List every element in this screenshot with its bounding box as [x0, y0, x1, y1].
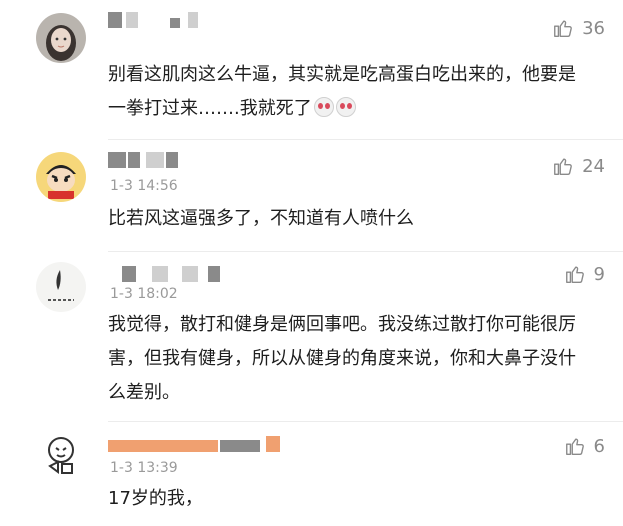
avatar[interactable]	[36, 430, 86, 480]
comment-time: 1-3 13:39	[110, 460, 178, 476]
thumbs-up-icon	[554, 20, 572, 37]
comment-item: 1-3 13:39 6 17岁的我，	[0, 422, 623, 526]
scared-face-icon	[313, 97, 334, 117]
username-masked	[108, 12, 218, 30]
comment-text: 我觉得，散打和健身是俩回事吧。我没练过散打你可能很厉害，但我有健身，所以从健身的…	[108, 314, 576, 403]
like-button[interactable]: 36	[552, 16, 605, 40]
user-avatar-icon	[36, 13, 86, 63]
like-count: 36	[582, 17, 605, 39]
avatar[interactable]	[36, 262, 86, 312]
comment-text: 别看这肌肉这么牛逼，其实就是吃高蛋白吃出来的，他要是一拳打过来…….我就死了	[108, 64, 576, 119]
username-masked	[108, 436, 288, 454]
avatar[interactable]	[36, 13, 86, 63]
thumbs-up-icon	[565, 438, 584, 455]
comment-text: 比若风这逼强多了，不知道有人喷什么	[108, 208, 414, 229]
comment-item: 1-3 18:02 9 我觉得，散打和健身是俩回事吧。我没练过散打你可能很厉害，…	[0, 252, 623, 422]
comment-item: 1-3 14:56 24 比若风这逼强多了，不知道有人喷什么	[0, 140, 623, 252]
like-count: 9	[593, 263, 605, 285]
comment-item: 36 别看这肌肉这么牛逼，其实就是吃高蛋白吃出来的，他要是一拳打过来…….我就死…	[0, 0, 623, 140]
like-button[interactable]: 6	[564, 434, 605, 458]
comment-time: 1-3 18:02	[110, 286, 178, 302]
thumbs-up-icon	[565, 266, 584, 283]
sticker-avatar-icon	[36, 430, 86, 480]
comment-time: 1-3 14:56	[110, 178, 178, 194]
username-masked	[108, 152, 188, 170]
like-button[interactable]: 24	[552, 154, 605, 178]
like-button[interactable]: 9	[564, 262, 605, 286]
username-masked	[108, 266, 220, 284]
scared-face-icon	[335, 97, 356, 117]
avatar[interactable]	[36, 152, 86, 202]
comment-text: 17岁的我，	[108, 488, 203, 509]
ink-avatar-icon	[36, 262, 86, 312]
like-count: 6	[593, 435, 605, 457]
like-count: 24	[582, 155, 605, 177]
cartoon-avatar-icon	[36, 152, 86, 202]
thumbs-up-icon	[554, 158, 572, 175]
